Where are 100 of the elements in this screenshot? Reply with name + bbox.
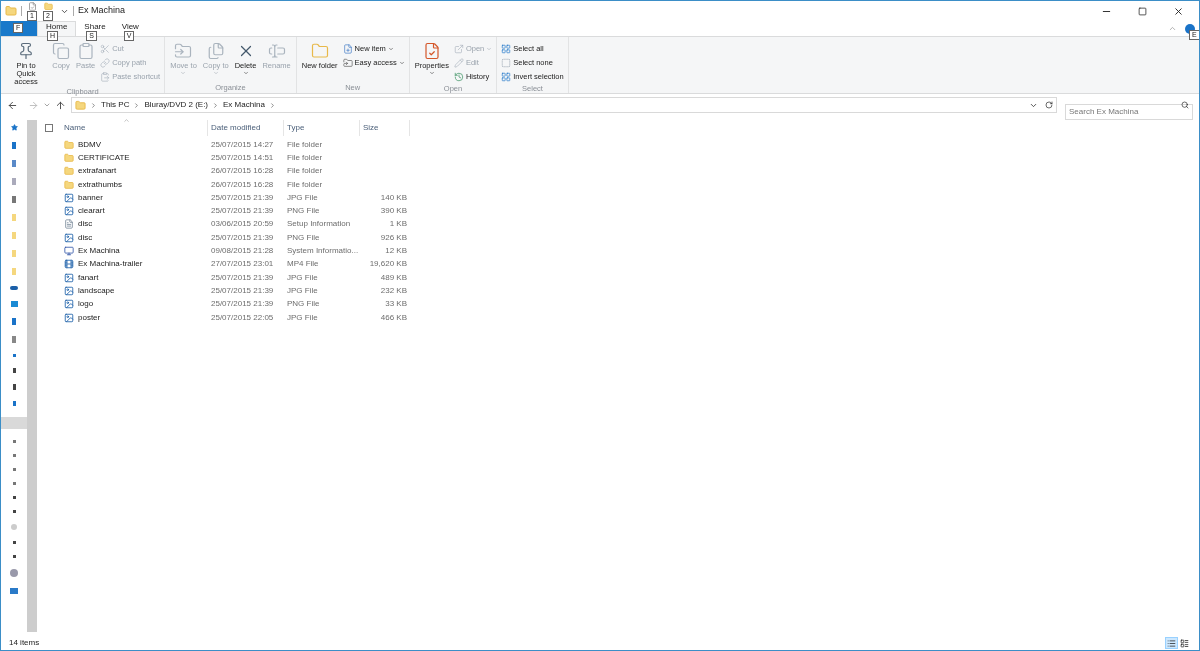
image-file-icon xyxy=(64,232,74,243)
column-header[interactable]: Name xyxy=(61,120,208,136)
pin-icon xyxy=(17,42,35,60)
type-cell-text: PNG File xyxy=(286,205,321,218)
file-name[interactable]: disc xyxy=(78,218,93,231)
type-cell-text: JPG File xyxy=(286,271,319,284)
view-button[interactable] xyxy=(1165,637,1178,649)
chevron-icon xyxy=(133,101,141,109)
size-cell-text: 489 KB xyxy=(379,271,408,284)
refresh-icon[interactable] xyxy=(1045,101,1053,109)
copy-icon xyxy=(206,42,225,60)
close-icon[interactable] xyxy=(1173,5,1184,17)
address-field[interactable]: This PC Bluray/DVD 2 (E:) Ex Machina xyxy=(71,97,1057,113)
tiles-view-icon xyxy=(1180,638,1189,648)
size-cell-text: 1 KB xyxy=(388,218,408,231)
maximize-icon[interactable] xyxy=(1138,6,1147,16)
date-cell-text: 26/07/2015 16:28 xyxy=(210,165,275,178)
settings-file-icon xyxy=(64,219,74,230)
size-cell-text: 140 KB xyxy=(379,191,408,204)
back-icon[interactable] xyxy=(7,99,18,111)
file-name[interactable]: fanart xyxy=(78,271,99,284)
date-cell-text: 25/07/2015 22:05 xyxy=(210,311,275,324)
rename-icon xyxy=(267,42,286,60)
view-button[interactable] xyxy=(1178,637,1191,649)
file-name[interactable]: landscape xyxy=(78,284,115,297)
file-name[interactable]: logo xyxy=(78,298,94,311)
image-file-icon xyxy=(64,299,74,310)
date-cell-text: 25/07/2015 21:39 xyxy=(210,298,275,311)
item-count: 14 items xyxy=(9,637,40,649)
scissors-icon xyxy=(100,43,111,54)
type-cell-text: JPG File xyxy=(286,191,319,204)
column-header[interactable]: Size xyxy=(360,120,410,136)
video-file-icon xyxy=(64,259,74,270)
type-cell-text: PNG File xyxy=(286,231,321,244)
link-icon xyxy=(100,57,111,68)
file-name[interactable]: extrafanart xyxy=(78,165,117,178)
breadcrumb[interactable]: Bluray/DVD 2 (E:) xyxy=(144,99,209,111)
folder-icon xyxy=(64,139,74,150)
file-name[interactable]: CERTIFICATE xyxy=(78,151,130,164)
file-name[interactable]: poster xyxy=(78,311,101,324)
file-name[interactable]: Ex Machina-trailer xyxy=(78,258,143,271)
folder-icon xyxy=(64,152,74,163)
edit-icon xyxy=(453,57,464,68)
chevron-icon xyxy=(212,101,220,109)
file-name[interactable]: extrathumbs xyxy=(78,178,123,191)
date-cell-text: 27/07/2015 23:01 xyxy=(210,258,275,271)
date-cell-text: 25/07/2015 14:51 xyxy=(210,151,275,164)
file-name[interactable]: Ex Machina xyxy=(78,245,120,257)
date-cell-text: 25/07/2015 21:39 xyxy=(210,284,275,297)
breadcrumb[interactable]: This PC xyxy=(101,99,130,111)
breadcrumb[interactable]: Ex Machina xyxy=(223,99,265,111)
file-name[interactable]: banner xyxy=(78,191,103,204)
caret-icon xyxy=(486,45,493,52)
folder-icon xyxy=(310,42,329,60)
type-cell-text: JPG File xyxy=(286,284,319,297)
file-name[interactable]: disc xyxy=(78,231,93,244)
select-all-checkbox[interactable] xyxy=(45,124,53,132)
history-icon xyxy=(453,71,464,82)
select-none-icon xyxy=(501,57,512,68)
folder-icon xyxy=(75,99,86,111)
details-view-icon xyxy=(1167,638,1176,648)
image-file-icon xyxy=(64,312,74,323)
type-cell-text: PNG File xyxy=(286,298,321,311)
type-cell-text: File folder xyxy=(286,151,324,164)
type-cell-text: JPG File xyxy=(286,311,319,324)
date-cell-text: 25/07/2015 21:39 xyxy=(210,191,275,204)
chevron-icon xyxy=(90,101,97,109)
date-cell-text: 25/07/2015 21:39 xyxy=(210,231,275,244)
move-icon xyxy=(174,42,193,60)
size-cell-text: 390 KB xyxy=(379,205,408,218)
type-cell-text: File folder xyxy=(286,138,324,151)
size-cell-text: 926 KB xyxy=(379,231,408,244)
clipboard-icon xyxy=(76,42,95,60)
image-file-icon xyxy=(64,285,74,296)
file-name[interactable]: clearart xyxy=(78,205,105,218)
size-cell-text: 12 KB xyxy=(384,245,408,257)
column-header[interactable]: Date modified xyxy=(208,120,284,136)
properties-icon xyxy=(422,42,441,60)
select-all-icon xyxy=(501,43,512,54)
up-icon[interactable] xyxy=(55,99,66,111)
date-cell-text: 25/07/2015 14:27 xyxy=(210,138,275,151)
column-header[interactable]: Type xyxy=(284,120,360,136)
sort-up-icon xyxy=(123,117,130,124)
image-file-icon xyxy=(64,192,74,203)
type-cell-text: Setup Information xyxy=(286,218,352,231)
size-cell-text: 232 KB xyxy=(379,284,408,297)
invert-selection-icon xyxy=(501,71,512,82)
caret-icon xyxy=(242,70,249,76)
search-field[interactable]: Search Ex Machina xyxy=(1065,103,1193,120)
search-icon xyxy=(1181,101,1189,109)
open-icon xyxy=(453,43,464,54)
size-cell-text: 466 KB xyxy=(379,311,408,324)
chevron-icon xyxy=(268,101,276,109)
size-cell-text: 33 KB xyxy=(384,298,408,311)
image-file-icon xyxy=(64,272,74,283)
type-cell-text: System Informatio... xyxy=(286,245,360,257)
date-cell-text: 26/07/2015 16:28 xyxy=(210,178,275,191)
file-name[interactable]: BDMV xyxy=(78,138,102,151)
caret-icon xyxy=(212,70,219,76)
folder-icon xyxy=(5,5,17,17)
